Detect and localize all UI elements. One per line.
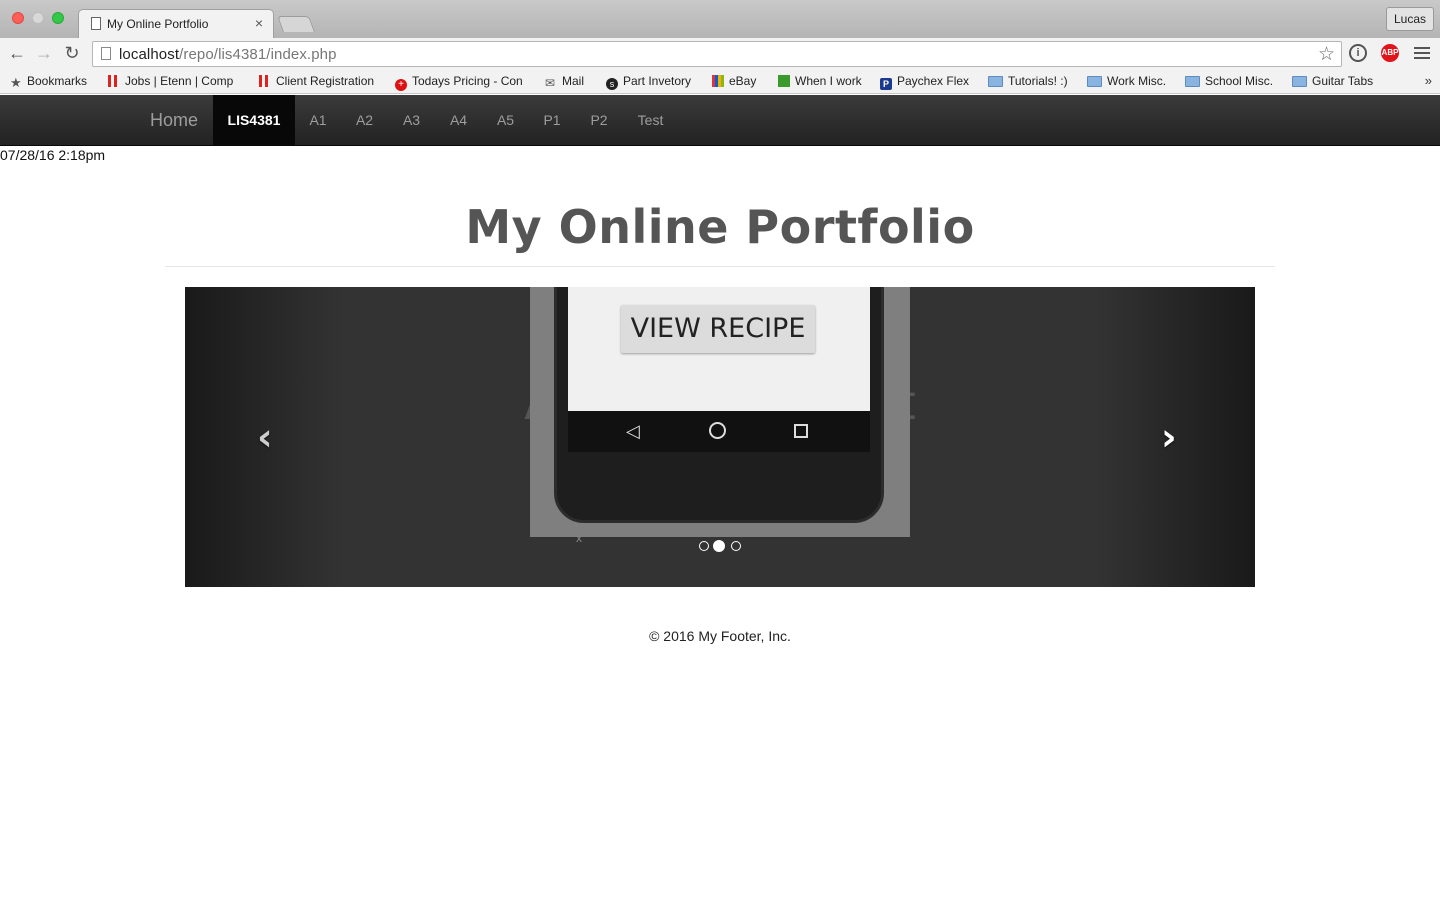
new-tab-button[interactable] [277,16,315,32]
carousel-indicator[interactable] [731,541,741,551]
bookmark-label: School Misc. [1205,74,1274,88]
adblock-icon[interactable]: ABP [1381,44,1399,62]
nav-item-p2[interactable]: P2 [575,95,623,145]
bookmark-label: Todays Pricing - Con [412,74,523,88]
nav-item-test[interactable]: Test [623,95,678,145]
view-recipe-button: VIEW RECIPE [621,305,815,353]
symfony-icon: s [606,78,618,90]
bookmark-label: Guitar Tabs [1312,74,1374,88]
bookmark-label: Jobs | Etenn | Comp [125,74,234,88]
folder-icon [1185,76,1200,87]
bookmarks-bar: ★ Bookmarks Jobs | Etenn | Comp Client Re… [0,70,1440,94]
android-nav-bar: ◁ [568,411,870,452]
bookmarks-overflow-icon[interactable]: » [1425,73,1432,88]
address-bar[interactable]: localhost/repo/lis4381/index.php ☆ [92,41,1342,67]
nav-item-a5[interactable]: A5 [482,95,529,145]
tab-title: My Online Portfolio [107,17,209,31]
reload-icon[interactable]: ↻ [61,42,83,64]
hamburger-menu-icon[interactable] [1414,44,1430,62]
mail-icon: ✉ [545,76,556,90]
bookmark-folder[interactable]: School Misc. [1185,74,1273,90]
nav-item-a2[interactable]: A2 [341,95,388,145]
browser-tab-active[interactable]: My Online Portfolio × [78,9,274,39]
bookmark-label: Bookmarks [27,74,88,88]
bookmark-label: Part Invetory [623,74,692,88]
carousel-indicator-active[interactable] [713,540,725,552]
wheniwork-icon [778,75,790,87]
nav-item-a3[interactable]: A3 [388,95,435,145]
bookmark-star-icon[interactable]: ☆ [1318,43,1335,66]
bookmark-folder[interactable]: Work Misc. [1087,74,1166,90]
browser-toolbar: ← → ↻ localhost/repo/lis4381/index.php ☆… [0,38,1440,70]
bookmark-folder[interactable]: Guitar Tabs [1292,74,1373,90]
android-back-icon: ◁ [626,421,640,441]
browser-titlebar: My Online Portfolio × Lucas [0,0,1440,39]
forward-arrow-icon[interactable]: → [33,42,55,64]
bookmark-item[interactable]: ✉ Mail [545,74,584,90]
carousel: At VIEW RECIPE ◁ x ‹ › [185,287,1255,587]
bookmark-label: Tutorials! :) [1008,74,1068,88]
bookmark-label: When I work [795,74,862,88]
url-path: /repo/lis4381/index.php [179,46,337,63]
nav-item-lis4381[interactable]: LIS4381 [213,95,295,145]
nav-item-p1[interactable]: P1 [529,95,575,145]
ebay-icon [712,75,724,87]
folder-icon [988,76,1003,87]
bookmark-label: Client Registration [276,74,375,88]
nav-item-a1[interactable]: A1 [295,95,341,145]
url-text[interactable]: localhost/repo/lis4381/index.php [119,46,337,63]
bookmark-item[interactable]: s Part Invetory [606,74,691,90]
folder-icon [1087,76,1102,87]
bookmark-label: Mail [562,74,585,88]
carousel-indicator[interactable] [699,541,709,551]
close-window-button[interactable] [12,12,24,24]
paychex-icon: P [880,78,892,90]
bookmark-item[interactable]: Jobs | Etenn | Comp [108,74,237,90]
tab-close-icon[interactable]: × [255,15,263,31]
minimize-window-button[interactable] [32,12,44,24]
chevron-right-icon[interactable]: › [1161,418,1177,456]
page-icon [91,17,101,30]
bookmark-item[interactable]: eBay [712,74,756,90]
folder-icon [1292,76,1307,87]
site-navbar: Home LIS4381 A1 A2 A3 A4 A5 P1 P2 Test [0,95,1440,146]
profile-button[interactable]: Lucas [1385,7,1434,31]
footer: © 2016 My Footer, Inc. [649,628,791,644]
android-recents-icon [794,424,808,438]
bookmark-item[interactable]: + Todays Pricing - Con [395,74,524,91]
bookmark-item[interactable]: Client Registration [259,74,374,90]
bars-icon [259,75,271,87]
url-host: localhost [119,46,180,63]
nav-brand-home[interactable]: Home [150,110,198,131]
title-divider [165,266,1275,267]
back-arrow-icon[interactable]: ← [6,42,28,64]
bookmark-label: Work Misc. [1107,74,1167,88]
bookmark-item[interactable]: ★ Bookmarks [10,74,87,90]
nav-item-a4[interactable]: A4 [435,95,482,145]
zoom-window-button[interactable] [52,12,64,24]
timestamp: 07/28/16 2:18pm [0,147,106,163]
phone-screen: VIEW RECIPE [568,287,870,411]
info-icon[interactable]: i [1349,44,1367,62]
bookmark-label: eBay [729,74,757,88]
android-home-icon [709,422,726,439]
page-title: My Online Portfolio [465,200,975,254]
bookmark-item[interactable]: When I work [778,74,862,90]
star-icon: ★ [10,75,22,90]
slide-artifact: x [576,531,582,545]
page-icon [101,47,111,60]
chevron-left-icon[interactable]: ‹ [257,418,273,456]
bars-icon [108,75,120,87]
bookmark-item[interactable]: P Paychex Flex [880,74,969,90]
slide-image: VIEW RECIPE ◁ x [530,287,910,545]
cross-icon: + [395,79,407,91]
bookmark-folder[interactable]: Tutorials! :) [988,74,1068,90]
bookmark-label: Paychex Flex [897,74,970,88]
